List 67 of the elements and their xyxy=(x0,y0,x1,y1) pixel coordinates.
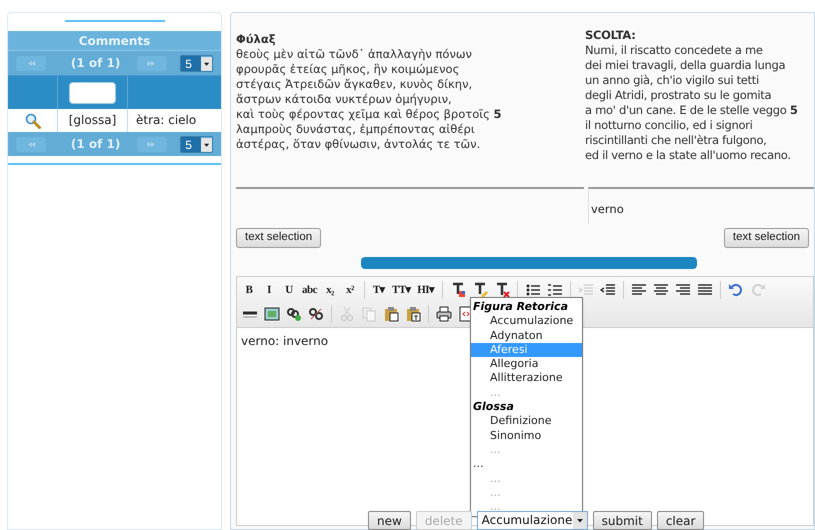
editor-text: verno: inverno xyxy=(241,334,328,348)
verse-line: dei miei travagli, della guardia lunga xyxy=(585,58,786,73)
page-indicator: (1 of 1) xyxy=(70,136,122,153)
verse-line: φρουρᾶς ἐτείας μῆκος, ἣν κοιμώμενος xyxy=(236,62,460,77)
caret-icon xyxy=(200,136,212,152)
verse-heading: SCOLTA: xyxy=(585,28,636,43)
text-selection-button[interactable]: text selection xyxy=(724,228,809,248)
verse-line: a mo' d'un cane. E de le stelle veggo 5 xyxy=(585,103,799,118)
image-icon[interactable] xyxy=(264,306,280,322)
table-cell-text: ètra: cielo xyxy=(135,112,198,129)
caret-icon xyxy=(200,56,212,70)
verse-line: il notturno concilio, ed i signori xyxy=(585,118,754,133)
verse-line: καὶ τοὺς φέροντας χεῖμα καὶ θέρος βροτοῖς 5 xyxy=(236,107,503,122)
action-button[interactable]: submit xyxy=(592,511,652,530)
option-group-label: Glossa xyxy=(472,400,515,414)
search-icon[interactable] xyxy=(24,112,40,128)
dropdown-option[interactable]: Sinonimo xyxy=(471,428,582,443)
action-button[interactable]: clear xyxy=(656,511,704,530)
selected-text: verno xyxy=(591,202,624,216)
per-page-select[interactable]: 5 xyxy=(180,136,213,152)
dropdown-option[interactable]: Definizione xyxy=(471,414,582,429)
align-left-icon[interactable] xyxy=(630,282,647,298)
undo-icon[interactable] xyxy=(728,282,744,298)
option-group-label: Figura Retorica xyxy=(472,300,570,314)
format-button[interactable]: B xyxy=(241,280,257,300)
format-button[interactable]: T▾ xyxy=(371,280,387,300)
bullet-list-icon[interactable] xyxy=(524,282,541,298)
verse-line: στέγαις Ἀτρειδῶν ἄγκαθεν, κυνὸς δίκην, xyxy=(236,77,474,92)
format-button[interactable]: x² xyxy=(342,280,358,300)
verse-line: ἀστέρας, ὅταν φθίνωσιν, ἀντολάς τε τῶν. xyxy=(236,137,482,152)
numbered-list-icon[interactable] xyxy=(546,282,563,298)
page-indicator: (1 of 1) xyxy=(70,55,122,72)
align-center-icon[interactable] xyxy=(652,282,669,298)
dropdown-option[interactable]: Adynaton xyxy=(471,328,582,343)
format-button[interactable]: abc xyxy=(301,280,318,300)
paste-icon[interactable] xyxy=(383,306,399,322)
option-group-label: ... xyxy=(472,457,484,472)
format-button[interactable]: TT▾ xyxy=(391,280,412,300)
verse-line: λαμπροὺς δυνάστας, ἐμπρέποντας αἰθέρι xyxy=(236,122,476,137)
verse-line: riscintillanti che nell'ètra fulgono, xyxy=(585,133,768,148)
per-page-select[interactable]: 5 xyxy=(180,54,213,72)
justify-icon[interactable] xyxy=(696,282,713,298)
verse-line: degli Atridi, prostrato su le gomita xyxy=(585,88,772,103)
align-right-icon[interactable] xyxy=(674,282,691,298)
verse-line: ed il verno e la state all'uomo recano. xyxy=(585,148,792,163)
dropdown-option[interactable]: Allitterazione xyxy=(471,371,582,386)
dropdown-option[interactable]: Accumulazione xyxy=(471,314,582,329)
unlink-icon[interactable] xyxy=(308,306,324,322)
type-select[interactable]: Accumulazione xyxy=(476,511,588,530)
verse-line: Numi, il riscatto concedete a me xyxy=(585,43,764,58)
verse-line: ἄστρων κάτοιδα νυκτέρων ὁμήγυριν, xyxy=(236,92,453,107)
panel-title: Comments xyxy=(78,32,150,50)
print-icon[interactable] xyxy=(436,306,452,322)
format-button[interactable]: HI▾ xyxy=(416,280,436,300)
filter-field[interactable] xyxy=(69,82,116,104)
verse-line: un anno già, ch'io vigilo sui tetti xyxy=(585,73,760,88)
format-button[interactable]: x₂ xyxy=(322,280,338,300)
format-button[interactable]: U xyxy=(281,280,297,300)
verse-line: θεοὺς μὲν αἰτῶ τῶνδ᾽ ἀπαλλαγὴν πόνων xyxy=(236,47,473,62)
action-button[interactable]: new xyxy=(368,511,411,530)
paste-text-icon[interactable] xyxy=(405,306,421,322)
caret-icon xyxy=(572,512,587,529)
format-button[interactable]: I xyxy=(261,280,277,300)
text-selection-button[interactable]: text selection xyxy=(236,228,322,248)
link-icon[interactable] xyxy=(286,306,302,322)
verse-heading: Φύλαξ xyxy=(236,32,277,47)
dropdown-option[interactable]: Allegoria xyxy=(471,357,582,372)
